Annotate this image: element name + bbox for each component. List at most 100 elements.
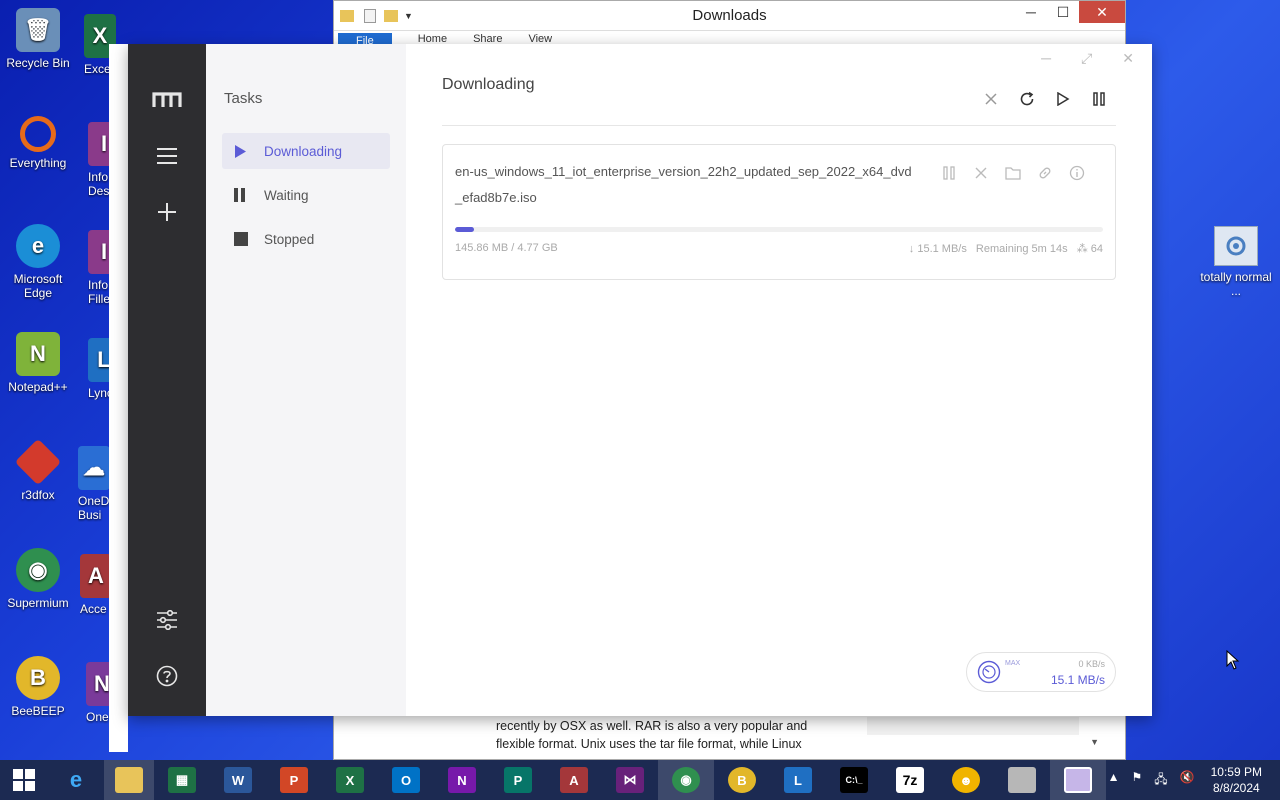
taskbar-excel[interactable]: X bbox=[322, 760, 378, 800]
task-item[interactable]: en-us_windows_11_iot_enterprise_version_… bbox=[442, 144, 1116, 280]
explorer-title: Downloads bbox=[692, 7, 767, 24]
task-progress-fill bbox=[455, 227, 475, 232]
desktop-icon-supermium[interactable]: ◉ Supermium bbox=[0, 548, 76, 610]
close-button[interactable]: ✕ bbox=[1079, 1, 1125, 23]
plus-icon bbox=[158, 203, 176, 221]
delete-all-button[interactable] bbox=[982, 90, 1000, 108]
task-delete-button[interactable] bbox=[973, 165, 989, 181]
link-icon bbox=[1039, 167, 1051, 179]
pause-all-button[interactable] bbox=[1090, 90, 1108, 108]
refresh-button[interactable] bbox=[1018, 90, 1036, 108]
browser-icon: ◉ bbox=[672, 767, 700, 793]
taskbar-app-yellow[interactable]: ☻ bbox=[938, 760, 994, 800]
clock[interactable]: 10:59 PM 8/8/2024 bbox=[1211, 764, 1262, 796]
task-actions bbox=[941, 165, 1085, 181]
desktop-icon-label: Info Fille bbox=[88, 278, 111, 306]
task-info-button[interactable] bbox=[1069, 165, 1085, 181]
logo-icon bbox=[152, 92, 182, 107]
nav-stopped[interactable]: Stopped bbox=[222, 221, 390, 257]
explorer-preview-text: recently by OSX as well. RAR is also a v… bbox=[496, 719, 808, 751]
taskbar-beebeep[interactable]: B bbox=[714, 760, 770, 800]
task-folder-button[interactable] bbox=[1005, 165, 1021, 181]
desktop-icon-totally-normal[interactable]: totally normal ... bbox=[1200, 226, 1272, 298]
taskbar-explorer[interactable] bbox=[104, 760, 154, 800]
minimize-button[interactable]: ─ bbox=[1015, 1, 1047, 23]
pause-icon bbox=[1093, 92, 1105, 106]
resume-all-button[interactable] bbox=[1054, 90, 1072, 108]
taskbar-terminal[interactable]: C:\_ bbox=[826, 760, 882, 800]
mouse-cursor-icon bbox=[1226, 649, 1240, 675]
word-icon: W bbox=[224, 767, 252, 793]
taskbar-outlook[interactable]: O bbox=[378, 760, 434, 800]
scroll-down-arrow[interactable]: ▼ bbox=[1090, 737, 1099, 747]
refresh-icon bbox=[1020, 91, 1034, 106]
start-button[interactable] bbox=[0, 760, 48, 800]
taskbar-supermium[interactable]: ◉ bbox=[658, 760, 714, 800]
flag-icon[interactable]: ⚑ bbox=[1132, 770, 1143, 791]
desktop-icon-label: r3dfox bbox=[21, 488, 55, 502]
maximize-button[interactable]: ☐ bbox=[1047, 1, 1079, 23]
help-icon bbox=[156, 665, 178, 687]
taskbar-ie[interactable]: e bbox=[48, 760, 104, 800]
notepadpp-icon: N bbox=[16, 332, 60, 376]
desktop-icon-label: OneD Busi bbox=[78, 494, 110, 522]
taskbar-word[interactable]: W bbox=[210, 760, 266, 800]
excel-icon: X bbox=[336, 767, 364, 793]
app-icon: ☻ bbox=[952, 767, 980, 793]
desktop-icon-edge[interactable]: e Microsoft Edge bbox=[0, 224, 76, 300]
speedometer-icon bbox=[977, 660, 1001, 684]
nav-label: Downloading bbox=[264, 143, 343, 159]
visual-studio-icon: ⋈ bbox=[616, 767, 644, 793]
desktop-icon-label: Supermium bbox=[7, 596, 69, 610]
task-progress-bar bbox=[455, 227, 1103, 232]
taskbar-powerpoint[interactable]: P bbox=[266, 760, 322, 800]
chevron-up-icon[interactable]: ▲ bbox=[1108, 770, 1120, 791]
taskbar-onenote[interactable]: N bbox=[434, 760, 490, 800]
taskbar-access[interactable]: A bbox=[546, 760, 602, 800]
archive-icon bbox=[1008, 767, 1036, 793]
desktop-icon-label: Recycle Bin bbox=[6, 56, 70, 70]
taskbar-publisher[interactable]: P bbox=[490, 760, 546, 800]
7zip-icon: 7z bbox=[896, 767, 924, 793]
help-button[interactable] bbox=[145, 654, 189, 698]
task-pause-button[interactable] bbox=[941, 165, 957, 181]
pause-icon bbox=[943, 166, 955, 180]
desktop-icon-everything[interactable]: Everything bbox=[0, 116, 76, 170]
desktop-icon-beebeep[interactable]: B BeeBEEP bbox=[0, 656, 76, 718]
desktop-icon-r3dfox[interactable]: r3dfox bbox=[0, 438, 76, 502]
desktop-icon-label: Info Des bbox=[88, 170, 110, 198]
stop-icon bbox=[234, 232, 264, 246]
desktop-icon-label: totally normal ... bbox=[1200, 270, 1272, 298]
close-button[interactable]: ✕ bbox=[1122, 50, 1134, 67]
add-task-button[interactable] bbox=[145, 190, 189, 234]
taskbar-archive[interactable] bbox=[994, 760, 1050, 800]
menu-icon bbox=[157, 148, 177, 164]
volume-muted-icon[interactable]: 🔇 bbox=[1180, 770, 1195, 791]
nav-downloading[interactable]: Downloading bbox=[222, 133, 390, 169]
menu-button[interactable] bbox=[145, 134, 189, 178]
taskbar-project-green[interactable]: ▦ bbox=[154, 760, 210, 800]
taskbar-motrix[interactable] bbox=[1050, 760, 1106, 800]
task-link-button[interactable] bbox=[1037, 165, 1053, 181]
desktop-icon-notepadpp[interactable]: N Notepad++ bbox=[0, 332, 76, 394]
folder-icon bbox=[1005, 167, 1021, 180]
desktop-icon-label: Microsoft Edge bbox=[13, 272, 63, 300]
task-connections: ⁂ 64 bbox=[1076, 243, 1103, 255]
desktop-icon-recycle-bin[interactable]: 🗑 Recycle Bin bbox=[0, 8, 76, 70]
network-icon[interactable]: 🖧 bbox=[1154, 770, 1167, 791]
info-icon bbox=[1069, 165, 1085, 181]
app-logo[interactable] bbox=[145, 78, 189, 122]
play-icon bbox=[234, 144, 264, 158]
pause-icon bbox=[234, 188, 264, 202]
explorer-field bbox=[867, 717, 1079, 735]
windows-logo-icon bbox=[13, 769, 35, 791]
preferences-button[interactable] bbox=[145, 598, 189, 642]
taskbar-7zip[interactable]: 7z bbox=[882, 760, 938, 800]
speed-meter[interactable]: MAX 0 KB/s 15.1 MB/s bbox=[966, 652, 1116, 692]
taskbar: e ▦ W P X O N P A ⋈ ◉ B L C:\_ 7z ☻ ▲ ⚑ … bbox=[0, 760, 1280, 800]
everything-icon bbox=[20, 116, 56, 152]
taskbar-lync[interactable]: L bbox=[770, 760, 826, 800]
nav-waiting[interactable]: Waiting bbox=[222, 177, 390, 213]
access-icon: A bbox=[80, 554, 112, 598]
taskbar-visual-studio[interactable]: ⋈ bbox=[602, 760, 658, 800]
